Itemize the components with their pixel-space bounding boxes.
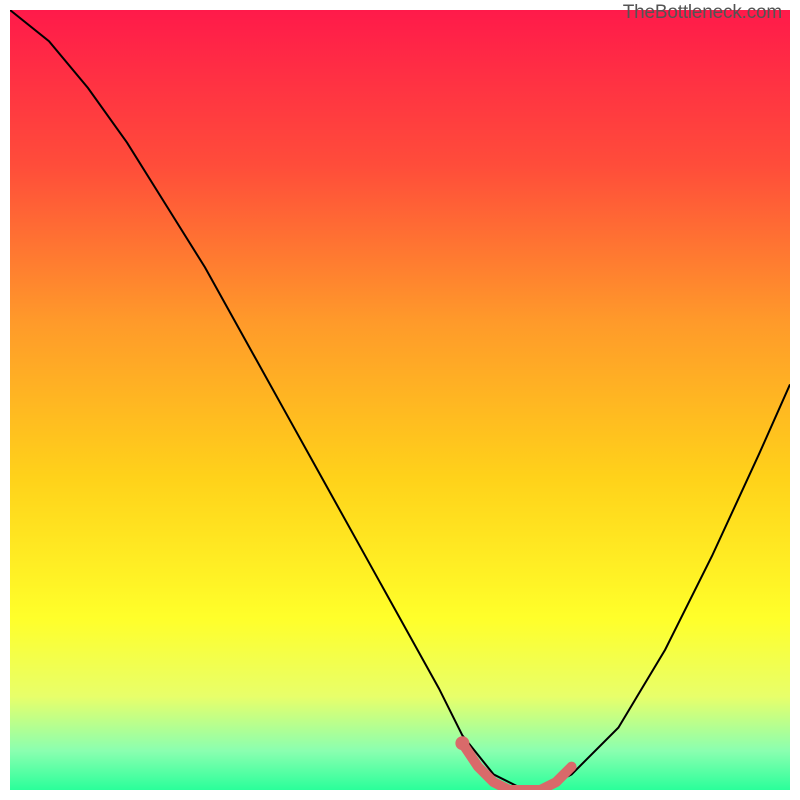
plot-area bbox=[10, 10, 790, 790]
watermark-text: TheBottleneck.com bbox=[623, 2, 782, 24]
chart-container: TheBottleneck.com bbox=[0, 0, 800, 800]
gradient-background bbox=[10, 10, 790, 790]
chart-svg bbox=[10, 10, 790, 790]
optimal-marker bbox=[455, 736, 469, 750]
